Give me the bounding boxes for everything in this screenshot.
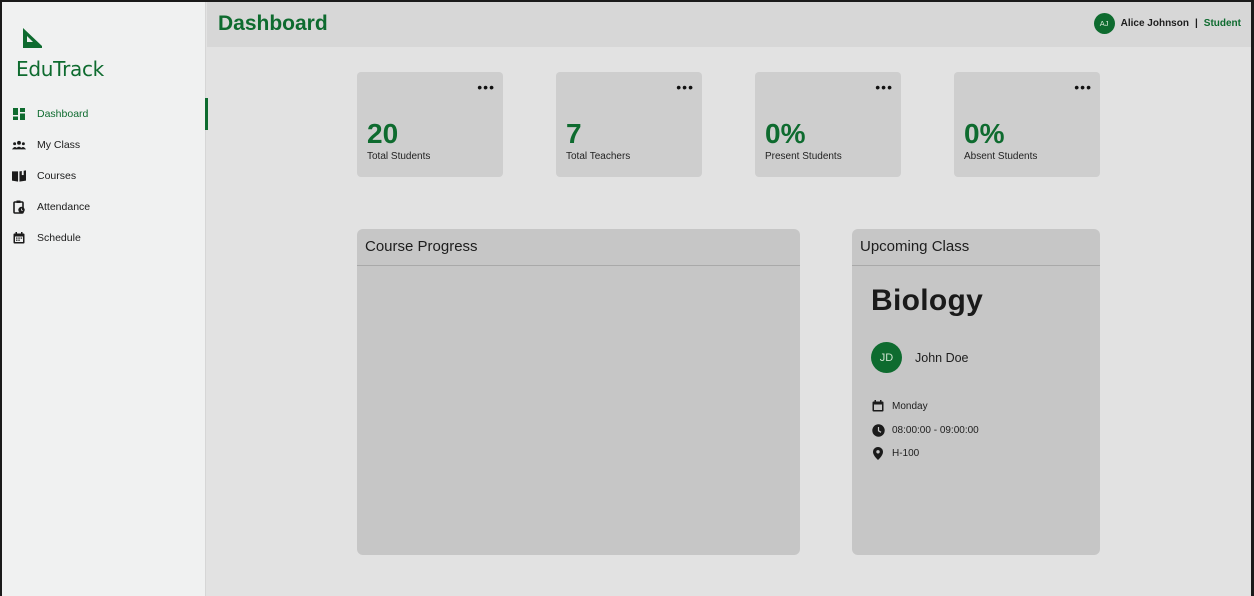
sidebar-item-dashboard[interactable]: Dashboard (2, 98, 208, 130)
brand-name: EduTrack (16, 57, 104, 81)
clock-icon (871, 423, 885, 437)
avatar: AJ (1093, 13, 1115, 34)
course-progress-panel: Course Progress (357, 229, 800, 555)
class-room-text: H-100 (892, 447, 920, 459)
dashboard-icon (12, 107, 26, 121)
sidebar-item-label: Attendance (37, 200, 91, 213)
stat-card-absent-students: ••• 0% Absent Students (954, 72, 1100, 177)
sidebar-item-label: Courses (37, 169, 77, 182)
class-teacher: JD John Doe (871, 342, 969, 373)
sidebar: EduTrack Dashboard My Class Courses Atte… (2, 2, 208, 596)
class-day: Monday (871, 399, 928, 413)
upcoming-class-panel: Upcoming Class Biology JD John Doe Monda… (852, 229, 1100, 555)
avatar: JD (871, 342, 902, 373)
sidebar-item-my-class[interactable]: My Class (2, 129, 206, 160)
stat-card-present-students: ••• 0% Present Students (755, 72, 901, 177)
stat-card-total-students: ••• 20 Total Students (357, 72, 503, 177)
more-options-icon[interactable]: ••• (477, 80, 495, 94)
sidebar-item-courses[interactable]: Courses (2, 160, 206, 191)
stat-label: Present Students (765, 151, 842, 162)
page-title: Dashboard (218, 12, 328, 35)
panel-title: Course Progress (357, 229, 800, 266)
top-header: Dashboard AJ Alice Johnson | Student (207, 2, 1251, 47)
class-time: 08:00:00 - 09:00:00 (871, 423, 979, 437)
book-icon (12, 169, 26, 183)
stat-value: 0% (765, 118, 806, 149)
location-pin-icon (871, 446, 885, 460)
calendar-icon (871, 399, 885, 413)
more-options-icon[interactable]: ••• (1074, 80, 1092, 94)
stat-label: Total Students (367, 151, 431, 162)
class-day-text: Monday (892, 400, 928, 412)
more-options-icon[interactable]: ••• (875, 80, 893, 94)
stat-label: Absent Students (964, 151, 1038, 162)
class-subject: Biology (871, 284, 984, 317)
stat-value: 7 (566, 118, 582, 149)
stat-value: 0% (964, 118, 1005, 149)
sidebar-item-label: Dashboard (37, 107, 89, 120)
stat-value: 20 (367, 118, 399, 149)
user-name: Alice Johnson (1120, 18, 1189, 29)
brand-logo[interactable]: EduTrack (16, 26, 104, 81)
user-separator: | (1194, 18, 1198, 29)
stat-card-total-teachers: ••• 7 Total Teachers (556, 72, 702, 177)
sidebar-item-schedule[interactable]: Schedule (2, 222, 206, 253)
calendar-icon (12, 231, 26, 245)
panel-title: Upcoming Class (852, 229, 1100, 266)
sidebar-nav: Dashboard My Class Courses Attendance Sc… (2, 98, 208, 253)
sidebar-item-label: Schedule (37, 231, 81, 244)
clipboard-clock-icon (12, 200, 26, 214)
class-room: H-100 (871, 446, 919, 460)
set-square-logo-icon (23, 28, 42, 48)
sidebar-item-label: My Class (37, 138, 81, 151)
teacher-name: John Doe (915, 350, 969, 365)
sidebar-item-attendance[interactable]: Attendance (2, 191, 206, 222)
class-time-text: 08:00:00 - 09:00:00 (892, 424, 979, 436)
app-window: EduTrack Dashboard My Class Courses Atte… (2, 2, 1251, 596)
user-menu[interactable]: AJ Alice Johnson | Student (1093, 13, 1241, 34)
group-icon (12, 138, 26, 152)
more-options-icon[interactable]: ••• (676, 80, 694, 94)
stat-label: Total Teachers (566, 151, 631, 162)
user-role: Student (1203, 18, 1241, 29)
